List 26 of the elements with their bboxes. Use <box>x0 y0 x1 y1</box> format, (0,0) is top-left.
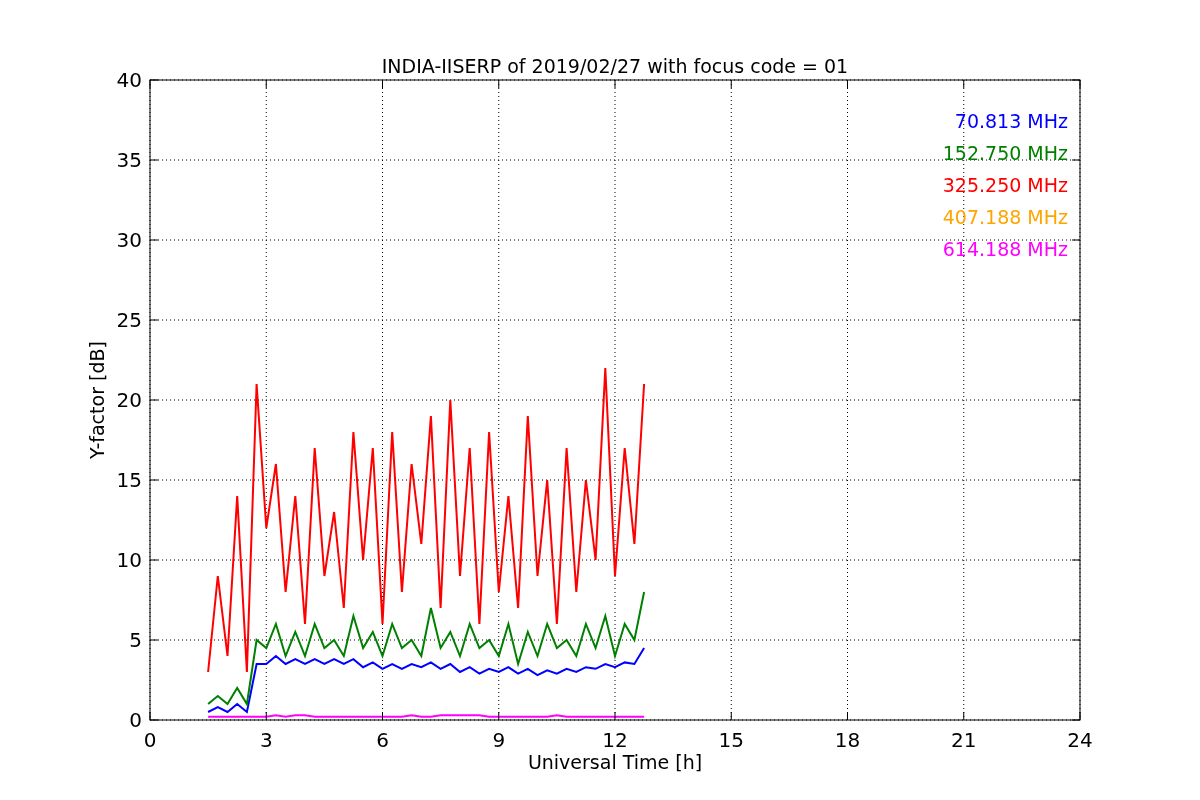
x-tick-label: 18 <box>834 728 861 752</box>
y-tick-label: 25 <box>116 308 142 332</box>
y-tick-label: 35 <box>116 148 142 172</box>
y-tick-label: 40 <box>116 68 142 92</box>
legend-label: 407.188 MHz <box>942 206 1068 228</box>
y-tick-label: 10 <box>116 548 142 572</box>
legend-label: 614.188 MHz <box>942 238 1068 260</box>
legend-label: 152.750 MHz <box>942 142 1068 164</box>
y-tick-label: 15 <box>116 468 142 492</box>
x-tick-label: 21 <box>951 728 977 752</box>
y-axis-label: Y-factor [dB] <box>86 341 108 459</box>
x-axis-label: Universal Time [h] <box>527 751 703 773</box>
x-tick-label: 15 <box>718 728 744 752</box>
x-tick-label: 3 <box>259 728 273 752</box>
x-tick-label: 0 <box>143 728 157 752</box>
y-tick-label: 0 <box>129 708 142 732</box>
legend-label: 325.250 MHz <box>942 174 1068 196</box>
y-tick-label: 5 <box>129 628 142 652</box>
x-tick-label: 24 <box>1067 728 1093 752</box>
x-tick-label: 9 <box>492 728 506 752</box>
legend-label: 70.813 MHz <box>954 110 1068 132</box>
y-tick-label: 30 <box>116 228 142 252</box>
y-tick-label: 20 <box>116 388 142 412</box>
chart-title: INDIA-IISERP of 2019/02/27 with focus code = 01 <box>381 55 849 77</box>
x-tick-label: 6 <box>376 728 389 752</box>
x-tick-label: 12 <box>602 728 628 752</box>
